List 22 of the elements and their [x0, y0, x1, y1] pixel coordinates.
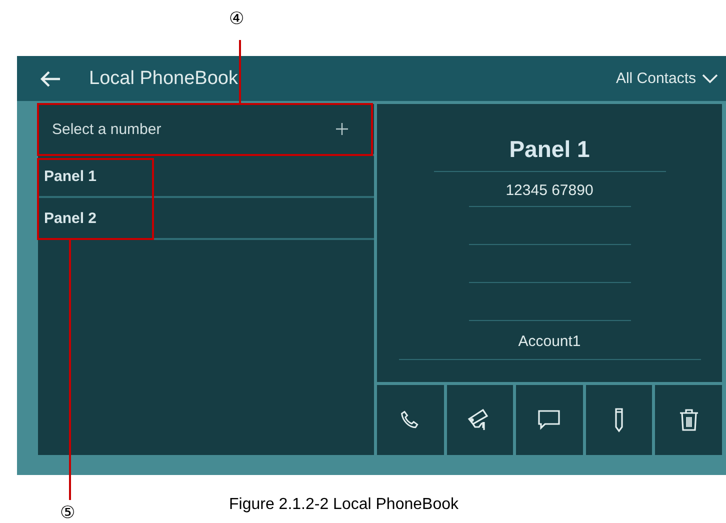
screen-title: Local PhoneBook — [89, 68, 239, 90]
phone-number: 12345 67890 — [506, 182, 594, 201]
contact-name: Panel 1 — [509, 136, 590, 163]
plus-icon[interactable] — [336, 123, 348, 135]
contact-name[interactable]: Panel 2 — [44, 210, 97, 226]
figure-caption: Figure 2.1.2-2 Local PhoneBook — [229, 496, 458, 514]
leader-line — [239, 40, 241, 104]
number-select-field[interactable]: Select a number — [38, 104, 374, 156]
pencil-icon — [614, 407, 624, 433]
account-name: Account1 — [518, 333, 581, 352]
trash-icon — [678, 408, 699, 432]
chat-bubble-icon — [537, 409, 562, 431]
back-arrow-icon[interactable] — [39, 70, 61, 88]
callout-number: ④ — [229, 8, 244, 29]
chevron-down-icon — [702, 74, 718, 84]
contact-name[interactable]: Panel 1 — [44, 168, 97, 184]
action-button[interactable] — [655, 385, 722, 455]
filter-dropdown[interactable]: All Contacts — [616, 70, 718, 87]
action-button[interactable] — [446, 385, 514, 455]
action-button[interactable] — [586, 385, 652, 455]
callout-number: ⑤ — [60, 502, 75, 523]
action-button[interactable] — [516, 385, 583, 455]
